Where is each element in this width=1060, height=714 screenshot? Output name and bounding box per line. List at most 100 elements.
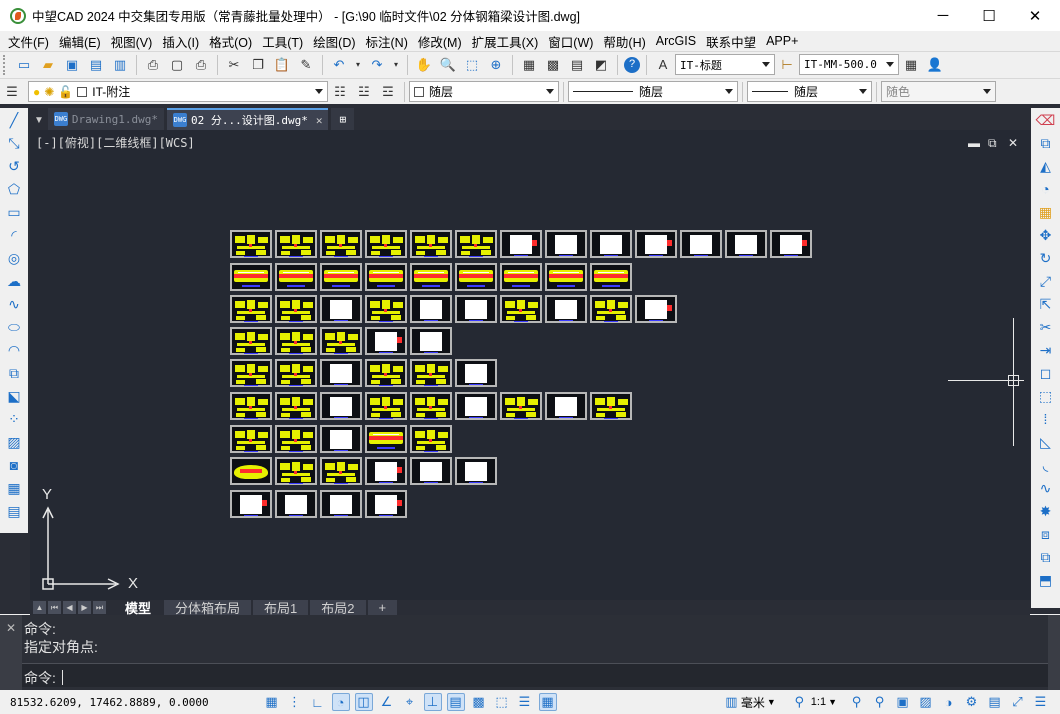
pan-icon[interactable]: ✋: [414, 55, 434, 75]
menu-modify[interactable]: 修改(M): [414, 32, 466, 51]
save-as-icon[interactable]: ▤: [86, 55, 106, 75]
design-center-icon[interactable]: ▩: [543, 55, 563, 75]
viewport-controls[interactable]: [-][俯视][二维线框][WCS]: [36, 134, 195, 151]
batch-icon[interactable]: ▥: [110, 55, 130, 75]
properties-icon[interactable]: ▦: [519, 55, 539, 75]
new-icon[interactable]: ▭: [14, 55, 34, 75]
fillet-icon[interactable]: ◟: [1036, 455, 1056, 475]
customize-icon[interactable]: ☰: [1032, 693, 1050, 711]
annotation-visibility-icon[interactable]: ⚲: [848, 693, 866, 711]
menu-tools[interactable]: 工具(T): [258, 32, 307, 51]
extend-icon[interactable]: ⇥: [1036, 340, 1056, 360]
make-block-icon[interactable]: ⬕: [4, 386, 24, 406]
user-icon[interactable]: 👤: [925, 55, 945, 75]
open-icon[interactable]: ▰: [38, 55, 58, 75]
zoom-window-icon[interactable]: ⬚: [462, 55, 482, 75]
print-icon[interactable]: ⎙: [143, 55, 163, 75]
expand-tabs-icon[interactable]: ▲: [33, 601, 46, 614]
revision-cloud-icon[interactable]: ☁: [4, 271, 24, 291]
lineweight-display-icon[interactable]: ▤: [446, 693, 465, 711]
construction-line-icon[interactable]: ⤡: [4, 133, 24, 153]
mirror-icon[interactable]: ◭: [1036, 156, 1056, 176]
units-value[interactable]: 毫米: [741, 694, 765, 711]
close-tab-icon[interactable]: ✕: [316, 114, 323, 127]
preview-icon[interactable]: ▢: [167, 55, 187, 75]
workspace-icon[interactable]: ▣: [894, 693, 912, 711]
sheet-set-icon[interactable]: ◩: [591, 55, 611, 75]
join-icon[interactable]: ⁞: [1036, 409, 1056, 429]
arc-icon[interactable]: ◜: [4, 225, 24, 245]
annotation-monitor-icon[interactable]: ▦: [538, 693, 557, 711]
clean-screen-icon[interactable]: ⤢: [1009, 693, 1027, 711]
menu-express-tools[interactable]: 扩展工具(X): [468, 32, 543, 51]
text-style-combo[interactable]: IT-标题: [675, 54, 775, 75]
tab-active-drawing[interactable]: DWG 02 分...设计图.dwg* ✕: [167, 108, 329, 130]
command-input[interactable]: 命令:: [22, 663, 1048, 687]
minimize-button[interactable]: ─: [920, 0, 966, 31]
annotation-scale-icon[interactable]: ⚲: [790, 693, 808, 711]
rectangle-icon[interactable]: ▭: [4, 202, 24, 222]
spline-icon[interactable]: ∿: [4, 294, 24, 314]
draworder-icon[interactable]: ⧉: [1036, 547, 1056, 567]
zoom-previous-icon[interactable]: ⊕: [486, 55, 506, 75]
first-layout-icon[interactable]: ⏮: [48, 601, 61, 614]
scale-icon[interactable]: ⤢: [1036, 271, 1056, 291]
menu-dimension[interactable]: 标注(N): [362, 32, 412, 51]
region-icon[interactable]: ◙: [4, 455, 24, 475]
isolate-objects-icon[interactable]: ◑: [940, 693, 958, 711]
ellipse-icon[interactable]: ⬭: [4, 317, 24, 337]
line-icon[interactable]: ╱: [4, 110, 24, 130]
3d-osnap-icon[interactable]: ☰: [516, 693, 534, 711]
close-button[interactable]: ✕: [1012, 0, 1058, 31]
menu-edit[interactable]: 编辑(E): [55, 32, 105, 51]
maximize-button[interactable]: ☐: [966, 0, 1012, 31]
table-icon[interactable]: ▦: [4, 478, 24, 498]
next-layout-icon[interactable]: ▶: [78, 601, 91, 614]
move-icon[interactable]: ✥: [1036, 225, 1056, 245]
annotation-scale-value[interactable]: 1:1: [811, 696, 826, 708]
redo-dropdown-icon[interactable]: ▾: [391, 55, 401, 75]
lock-ui-icon[interactable]: ▨: [917, 693, 935, 711]
paste-icon[interactable]: 📋: [272, 55, 292, 75]
layer-previous-icon[interactable]: ☳: [354, 82, 374, 102]
dynamic-ucs-icon[interactable]: ⌖: [401, 693, 419, 711]
menu-arcgis[interactable]: ArcGIS: [652, 34, 700, 48]
dynamic-input-icon[interactable]: ⊥: [423, 693, 442, 711]
tab-drawing1[interactable]: DWG Drawing1.dwg*: [47, 108, 164, 130]
help-icon[interactable]: ?: [624, 56, 640, 73]
layer-manager-icon[interactable]: ☰: [2, 82, 22, 102]
insert-block-icon[interactable]: ⧉: [4, 363, 24, 383]
group-icon[interactable]: ⬒: [1036, 570, 1056, 590]
break-icon[interactable]: ⬚: [1036, 386, 1056, 406]
match-properties-icon[interactable]: ✎: [296, 55, 316, 75]
blend-icon[interactable]: ∿: [1036, 478, 1056, 498]
gear-icon[interactable]: ⚙: [963, 693, 981, 711]
make-current-layer-icon[interactable]: ☷: [330, 82, 350, 102]
zoom-realtime-icon[interactable]: 🔍: [438, 55, 458, 75]
drawing-canvas[interactable]: [-][俯视][二维线框][WCS] ▬ ⧉ ✕ Y X: [30, 130, 1030, 600]
edit-polyline-icon[interactable]: ⧈: [1036, 524, 1056, 544]
copy-object-icon[interactable]: ⧉: [1036, 133, 1056, 153]
menu-help[interactable]: 帮助(H): [599, 32, 649, 51]
plotstyle-combo[interactable]: 随色: [881, 81, 996, 102]
chevron-down-icon[interactable]: ▼: [767, 697, 776, 707]
layer-combo[interactable]: ● ✺ 🔓 IT-附注: [28, 81, 328, 102]
toolbar-grip[interactable]: [3, 54, 9, 75]
linetype-combo[interactable]: 随层: [568, 81, 738, 102]
last-layout-icon[interactable]: ⏭: [93, 601, 106, 614]
tab-model[interactable]: 模型: [114, 600, 163, 616]
stretch-icon[interactable]: ⇱: [1036, 294, 1056, 314]
object-snap-icon[interactable]: ◫: [354, 693, 373, 711]
tab-layout1[interactable]: 布局1: [253, 600, 309, 616]
chevron-down-icon[interactable]: ▼: [828, 697, 837, 707]
color-combo[interactable]: 随层: [409, 81, 559, 102]
command-scrollbar[interactable]: [1048, 615, 1060, 690]
viewport-restore-icon[interactable]: ⧉: [988, 136, 997, 151]
hardware-acceleration-icon[interactable]: ▤: [986, 693, 1004, 711]
lineweight-combo[interactable]: 随层: [747, 81, 872, 102]
tool-palette-icon[interactable]: ▤: [567, 55, 587, 75]
point-icon[interactable]: ⁘: [4, 409, 24, 429]
menu-window[interactable]: 窗口(W): [544, 32, 597, 51]
auto-scale-icon[interactable]: ⚲: [871, 693, 889, 711]
menu-draw[interactable]: 绘图(D): [309, 32, 359, 51]
